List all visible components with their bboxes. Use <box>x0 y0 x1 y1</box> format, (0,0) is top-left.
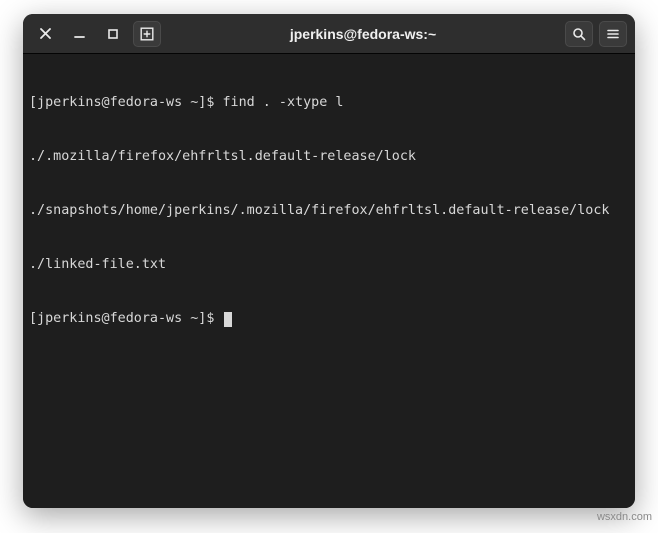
close-button[interactable] <box>31 21 59 47</box>
close-icon <box>40 28 51 39</box>
watermark: wsxdn.com <box>597 511 652 523</box>
titlebar: jperkins@fedora-ws:~ <box>23 14 635 54</box>
terminal-line: ./linked-file.txt <box>29 256 629 274</box>
titlebar-right-controls <box>565 21 627 47</box>
titlebar-left-controls <box>31 21 161 47</box>
terminal-prompt-line: [jperkins@fedora-ws ~]$ <box>29 310 629 328</box>
terminal-line: [jperkins@fedora-ws ~]$ find . -xtype l <box>29 94 629 112</box>
terminal-prompt: [jperkins@fedora-ws ~]$ <box>29 310 222 328</box>
maximize-icon <box>108 29 118 39</box>
terminal-line: ./.mozilla/firefox/ehfrltsl.default-rele… <box>29 148 629 166</box>
menu-button[interactable] <box>599 21 627 47</box>
window-title: jperkins@fedora-ws:~ <box>167 26 559 42</box>
search-icon <box>572 27 586 41</box>
new-tab-button[interactable] <box>133 21 161 47</box>
hamburger-menu-icon <box>606 27 620 41</box>
maximize-button[interactable] <box>99 21 127 47</box>
search-button[interactable] <box>565 21 593 47</box>
new-tab-icon <box>140 27 154 41</box>
minimize-button[interactable] <box>65 21 93 47</box>
terminal-body[interactable]: [jperkins@fedora-ws ~]$ find . -xtype l … <box>23 54 635 508</box>
cursor <box>224 312 232 327</box>
terminal-window: jperkins@fedora-ws:~ [jperkins@ <box>23 14 635 508</box>
terminal-line: ./snapshots/home/jperkins/.mozilla/firef… <box>29 202 629 220</box>
minimize-icon <box>74 28 85 39</box>
